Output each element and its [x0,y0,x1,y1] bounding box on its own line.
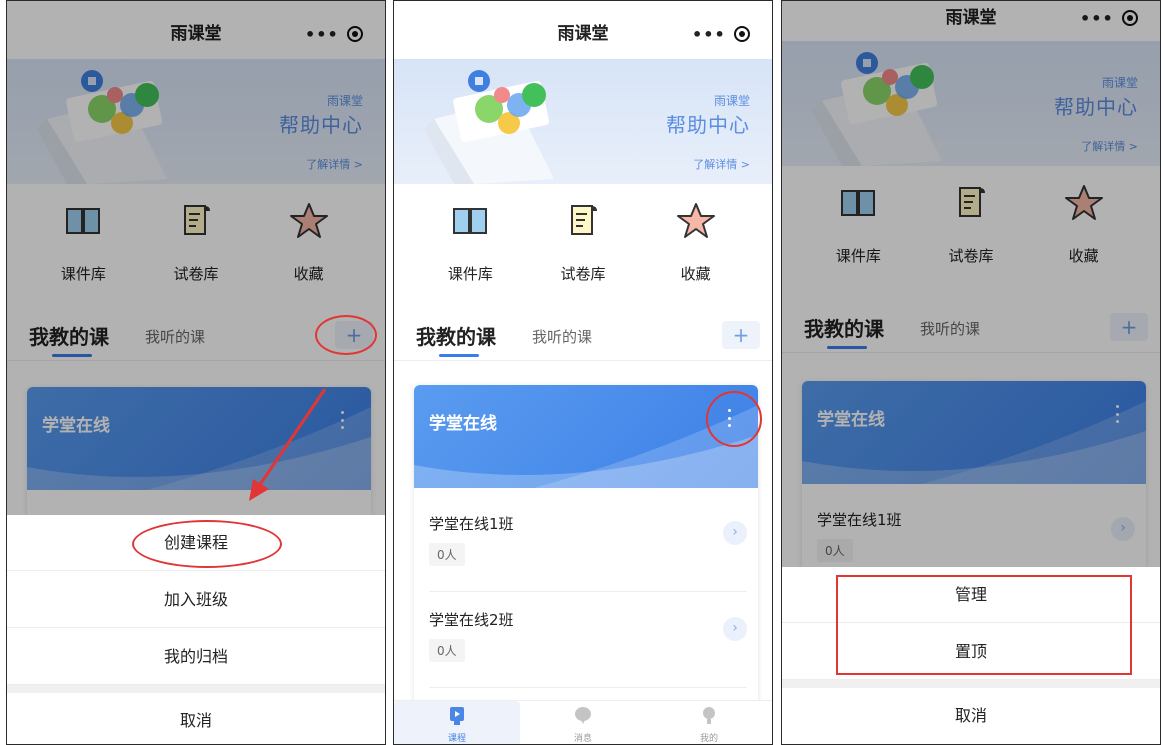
sheet-divider [782,680,1160,688]
mini-program-capsule: ••• [682,19,756,49]
more-icon[interactable]: ••• [692,25,726,44]
course-icon [450,707,464,725]
help-banner[interactable]: 雨课堂 帮助中心 了解详情 > [394,59,772,184]
nav-label: 消息 [573,734,592,744]
shortcut-label: 收藏 [680,265,711,283]
annotation-box-options [836,575,1132,675]
shortcut-row: 课件库 试卷库 收藏 [394,201,772,284]
paper-icon [570,205,597,235]
course-card[interactable]: 学堂在线 学堂在线1班 0人 › 学堂在线2班 0人 › [414,385,758,725]
profile-icon [703,707,715,724]
active-tab-indicator [439,354,479,357]
book-icon [453,208,488,234]
shortcut-favorites[interactable]: 收藏 [651,201,741,284]
tab-attending[interactable]: 我听的课 [532,326,592,347]
top-bar: 雨课堂 ••• [394,1,772,59]
screen-course-options: 雨课堂 ••• 雨课堂 帮助中心 了解详情 > 课件库 试卷库 收藏 我教的课 … [781,0,1161,745]
banner-brand: 雨课堂 [713,94,750,108]
nav-profile[interactable]: 我的 [646,701,772,744]
nav-label: 我的 [699,734,718,744]
bottom-tab-bar: 课程 消息 我的 [394,700,772,744]
add-course-button[interactable]: + [722,321,760,349]
shortcut-courseware[interactable]: 课件库 [425,201,515,284]
screen-course-list: 雨课堂 ••• 雨课堂 帮助中心 了解详情 > 课件库 试卷库 收藏 我教的课 … [393,0,773,745]
annotation-circle-more [706,391,762,447]
student-count-badge: 0人 [429,639,465,662]
close-target-icon[interactable] [734,26,750,42]
class-name: 学堂在线2班 [429,611,514,629]
chevron-right-icon[interactable]: › [723,521,747,545]
shortcut-label: 课件库 [447,265,493,283]
banner-details-link[interactable]: 了解详情 > [693,156,750,172]
screen-create-course: 雨课堂 ••• 雨课堂 帮助中心 了解详情 > 课件库 试卷库 收藏 我教的课 … [6,0,386,745]
star-icon [676,203,715,238]
course-title: 学堂在线 [429,414,497,434]
student-count-badge: 0人 [429,543,465,566]
class-row[interactable]: 学堂在线2班 0人 › [429,593,747,688]
annotation-arrow [249,388,327,501]
cancel-option[interactable]: 取消 [782,688,1160,744]
nav-course[interactable]: 课程 [394,701,520,744]
class-row[interactable]: 学堂在线1班 0人 › [429,497,747,592]
shortcut-label: 试卷库 [560,265,606,283]
tab-teaching[interactable]: 我教的课 [416,321,496,350]
shortcut-papers[interactable]: 试卷库 [538,201,628,284]
class-name: 学堂在线1班 [429,515,514,533]
nav-label: 课程 [447,734,466,744]
three-screens: 雨课堂 ••• 雨课堂 帮助中心 了解详情 > 课件库 试卷库 收藏 我教的课 … [0,0,1165,745]
course-card-header: 学堂在线 [414,385,758,488]
chevron-right-icon[interactable]: › [723,617,747,641]
banner-headline: 帮助中心 [666,113,750,137]
course-tabs: 我教的课 我听的课 + [394,317,772,361]
message-icon [575,707,591,724]
nav-messages[interactable]: 消息 [520,701,646,744]
